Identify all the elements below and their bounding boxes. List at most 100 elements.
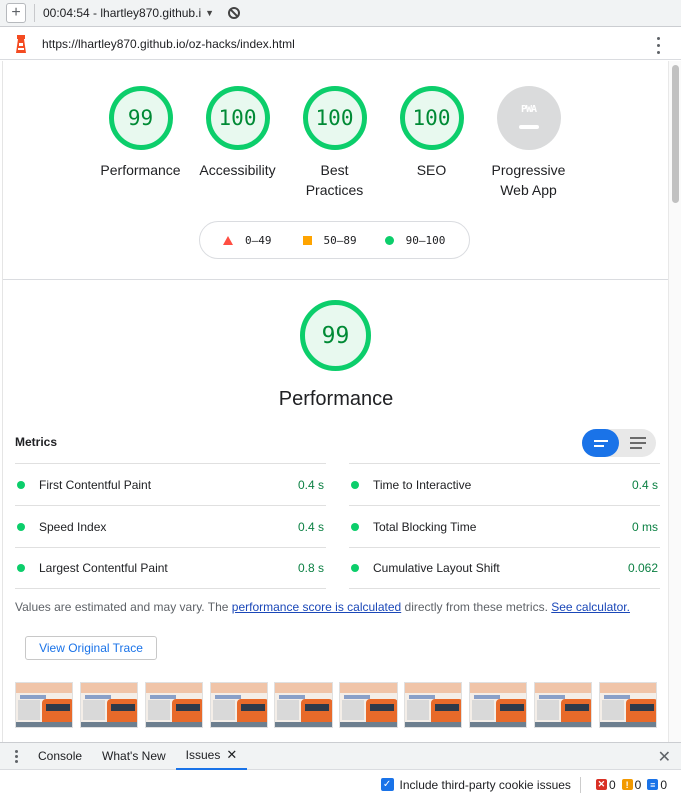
metrics-right-column: Time to Interactive 0.4 s Total Blocking…: [349, 463, 660, 589]
report-url: https://lhartley870.github.io/oz-hacks/i…: [42, 36, 295, 51]
filmstrip-frame: [404, 682, 463, 728]
gauge-label: Accessibility: [199, 162, 276, 178]
cookie-issues-checkbox[interactable]: ✓: [380, 778, 394, 791]
gauge-label: Progressive Web App: [491, 162, 566, 198]
legend-poor: 0–49: [245, 233, 272, 247]
note-prefix: Values are estimated and may vary. The: [15, 600, 232, 614]
scrollbar-thumb[interactable]: [672, 65, 679, 203]
pass-circle-icon: [17, 522, 25, 531]
metric-row: First Contentful Paint 0.4 s: [15, 463, 326, 505]
metric-value: 0.4 s: [297, 519, 324, 534]
issues-toolbar: ✓ Include third-party cookie issues ✕ 0 !…: [0, 770, 681, 799]
error-count-badge[interactable]: ✕ 0: [595, 777, 616, 792]
chevron-down-icon[interactable]: ▼: [205, 8, 214, 18]
drawer-tabs: Console What's New Issues ✕ ✕: [0, 743, 681, 770]
pass-circle-icon: [17, 564, 25, 572]
more-options-icon[interactable]: [655, 35, 661, 56]
metric-row: Total Blocking Time 0 ms: [349, 505, 660, 547]
section-divider: [3, 279, 668, 280]
gauge-accessibility[interactable]: 100 Accessibility: [189, 86, 286, 180]
metrics-view-toggle[interactable]: [582, 429, 656, 457]
tab-whats-new[interactable]: What's New: [92, 743, 176, 770]
devtools-drawer: Console What's New Issues ✕ ✕ ✓ Include t…: [0, 742, 681, 799]
tab-issues[interactable]: Issues ✕: [175, 743, 248, 770]
gauge-ring: 100: [302, 86, 367, 150]
metric-name: Cumulative Layout Shift: [373, 561, 500, 575]
info-count-badge[interactable]: ≡ 0: [647, 778, 667, 792]
error-count: 0: [608, 777, 616, 792]
metric-name: Largest Contentful Paint: [39, 561, 168, 575]
performance-title: Performance: [278, 388, 394, 410]
toolbar-divider: [579, 776, 581, 793]
metric-value: 0.4 s: [297, 477, 324, 492]
tab-label: Console: [38, 749, 83, 763]
warning-count: 0: [634, 777, 642, 792]
poor-triangle-icon: [223, 235, 233, 245]
metric-row: Cumulative Layout Shift 0.062: [349, 547, 660, 589]
metric-value: 0.8 s: [297, 561, 324, 575]
pwa-dash-icon: [518, 124, 539, 129]
metric-value: 0.062: [627, 561, 658, 575]
performance-gauge: 99: [300, 300, 371, 371]
error-icon: ✕: [595, 779, 607, 790]
good-circle-icon: [384, 235, 394, 245]
pass-circle-icon: [351, 564, 359, 572]
lighthouse-icon: [14, 34, 28, 53]
score-calculated-link[interactable]: performance score is calculated: [232, 600, 401, 614]
new-session-button[interactable]: +: [6, 3, 26, 23]
filmstrip-frame: [79, 682, 139, 728]
metric-row: Time to Interactive 0.4 s: [349, 463, 660, 505]
expanded-view-icon[interactable]: [619, 429, 656, 457]
legend-average: 50–89: [323, 233, 357, 247]
pwa-badge-icon: PWA: [496, 86, 561, 150]
warning-icon: !: [621, 779, 633, 790]
gauge-performance[interactable]: 99 Performance: [92, 86, 189, 180]
metric-value: 0 ms: [631, 519, 658, 534]
filmstrip-frame: [209, 682, 268, 728]
cookie-issues-label: Include third-party cookie issues: [399, 777, 571, 792]
gauge-best-practices[interactable]: 100 Best Practices: [286, 86, 383, 200]
metric-row: Speed Index 0.4 s: [15, 505, 326, 547]
score-gauges: 99 Performance 100 Accessibility 100 Bes…: [3, 86, 668, 206]
filmstrip-frame: [274, 682, 333, 728]
metrics-left-column: First Contentful Paint 0.4 s Speed Index…: [15, 463, 326, 589]
see-calculator-link[interactable]: See calculator.: [551, 600, 630, 614]
gauge-ring: 99: [108, 86, 173, 150]
filmstrip-frame: [339, 682, 398, 728]
metric-row: Largest Contentful Paint 0.8 s: [15, 547, 326, 589]
gauge-seo[interactable]: 100 SEO: [383, 86, 480, 180]
report-url-bar: https://lhartley870.github.io/oz-hacks/i…: [0, 28, 681, 60]
info-count: 0: [660, 777, 667, 792]
lighthouse-report: 99 Performance 100 Accessibility 100 Bes…: [2, 61, 668, 742]
metric-name: Speed Index: [39, 519, 107, 534]
tab-console[interactable]: Console: [28, 743, 92, 770]
gauge-label: SEO: [416, 162, 447, 178]
score-legend: 0–49 50–89 90–100: [199, 221, 470, 259]
view-trace-button[interactable]: View Original Trace: [25, 636, 157, 660]
metric-name: First Contentful Paint: [39, 477, 152, 492]
tab-label: Issues: [185, 748, 221, 762]
metric-value: 0.4 s: [631, 477, 658, 492]
close-drawer-icon[interactable]: ✕: [658, 747, 671, 767]
filmstrip-frame: [468, 682, 528, 728]
gauge-pwa[interactable]: PWA Progressive Web App: [480, 86, 577, 200]
legend-good: 90–100: [405, 233, 446, 247]
filmstrip-frame: [598, 682, 657, 728]
gauge-ring: 100: [205, 86, 270, 150]
filmstrip-frame: [533, 682, 593, 728]
drawer-menu-icon[interactable]: [14, 749, 18, 764]
summary-view-icon[interactable]: [582, 429, 619, 457]
filmstrip: [15, 682, 657, 728]
tab-label: What's New: [102, 749, 166, 763]
pwa-badge-text: PWA: [520, 103, 537, 115]
session-selector[interactable]: 00:04:54 - lhartley870.github.i: [43, 6, 201, 20]
info-icon: ≡: [647, 779, 659, 790]
warning-count-badge[interactable]: ! 0: [621, 777, 642, 792]
close-tab-icon[interactable]: ✕: [226, 747, 237, 763]
clear-block-icon[interactable]: [228, 7, 241, 19]
toolbar-divider: [34, 4, 35, 22]
metric-name: Time to Interactive: [373, 477, 472, 492]
pass-circle-icon: [351, 522, 359, 531]
metric-name: Total Blocking Time: [373, 519, 477, 534]
report-scrollbar[interactable]: [668, 61, 681, 742]
